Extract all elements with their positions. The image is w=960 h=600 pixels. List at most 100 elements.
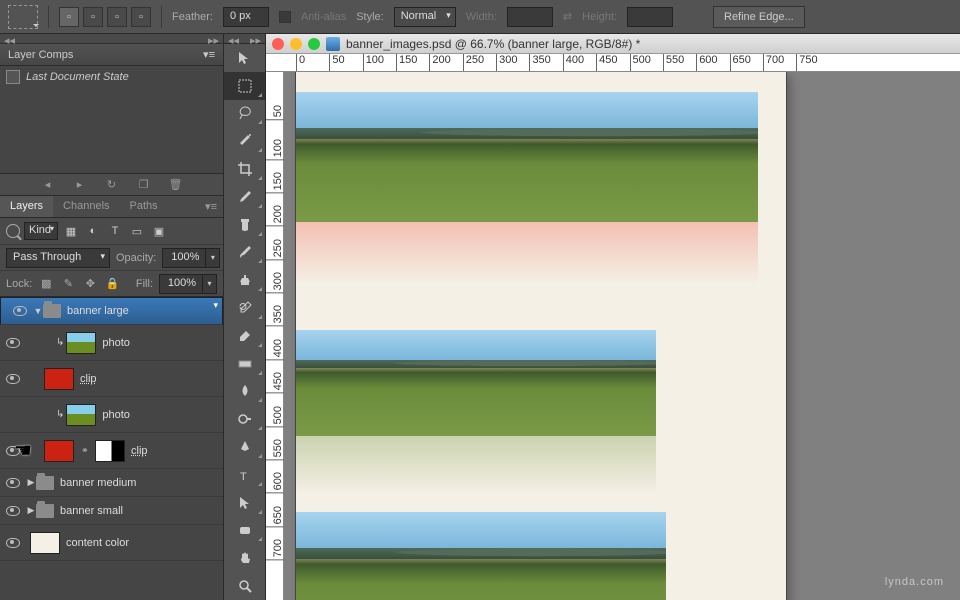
marquee-tool[interactable] — [224, 72, 265, 100]
layer-thumbnail — [44, 368, 74, 390]
refine-edge-button[interactable]: Refine Edge... — [713, 6, 805, 28]
tool-preset-picker[interactable] — [8, 5, 38, 29]
file-icon — [326, 37, 340, 51]
filter-pixel-icon[interactable]: ▦ — [62, 223, 80, 239]
layer-group-banner-small[interactable]: ▶ banner small — [0, 497, 223, 525]
opacity-flyout[interactable]: ▾ — [206, 248, 220, 268]
visibility-toggle[interactable] — [6, 374, 20, 384]
filter-adjustment-icon[interactable]: ◐ — [84, 223, 102, 239]
path-selection-tool[interactable] — [224, 489, 265, 517]
disclosure-triangle[interactable]: ▼ — [33, 306, 43, 316]
tab-paths[interactable]: Paths — [120, 196, 168, 217]
gradient-tool[interactable] — [224, 350, 265, 378]
filter-smart-icon[interactable]: ▣ — [150, 223, 168, 239]
clip-indicator-icon: ↳ — [56, 337, 64, 348]
clip-indicator-icon: ↳ — [56, 409, 64, 420]
panel-menu-icon[interactable]: ▾≡ — [199, 196, 223, 217]
history-brush-tool[interactable] — [224, 294, 265, 322]
crop-tool[interactable] — [224, 155, 265, 183]
layer-photo[interactable]: ↳ photo — [0, 325, 223, 361]
panel-collapse-bar[interactable]: ◂◂▸▸ — [0, 34, 223, 44]
blur-tool[interactable] — [224, 378, 265, 406]
canvas[interactable] — [284, 72, 960, 600]
mask-link-icon[interactable]: ⚭ — [81, 445, 93, 457]
lasso-tool[interactable] — [224, 100, 265, 128]
visibility-toggle[interactable] — [6, 446, 20, 456]
document-titlebar: banner_images.psd @ 66.7% (banner large,… — [266, 34, 960, 54]
feather-input[interactable]: 0 px — [223, 7, 269, 27]
banner-small-image — [296, 512, 666, 600]
window-zoom-button[interactable] — [308, 38, 320, 50]
type-tool[interactable]: T — [224, 461, 265, 489]
magic-wand-tool[interactable] — [224, 127, 265, 155]
layer-content-color[interactable]: content color — [0, 525, 223, 561]
delete-comp-icon[interactable]: 🗑 — [169, 178, 183, 192]
gradient-overlay — [296, 222, 758, 282]
layer-photo-2[interactable]: ↳ photo — [0, 397, 223, 433]
brush-tool[interactable] — [224, 239, 265, 267]
visibility-toggle[interactable] — [13, 306, 27, 316]
layer-clip-masked[interactable]: ⚭ clip — [0, 433, 223, 469]
tab-layers[interactable]: Layers — [0, 196, 53, 217]
update-comp-icon[interactable]: ↻ — [105, 178, 119, 192]
intersect-selection-button[interactable]: ▫ — [131, 7, 151, 27]
visibility-toggle[interactable] — [6, 478, 20, 488]
lock-all-icon[interactable]: 🔒 — [104, 276, 120, 292]
opacity-input[interactable]: 100% — [162, 248, 206, 268]
layer-thumbnail — [66, 332, 96, 354]
visibility-toggle[interactable] — [6, 338, 20, 348]
add-selection-button[interactable]: ▫ — [83, 7, 103, 27]
new-comp-icon[interactable]: ❐ — [137, 178, 151, 192]
ruler-horizontal[interactable]: 0501001502002503003504004505005506006507… — [266, 54, 960, 72]
fill-flyout[interactable]: ▾ — [203, 274, 217, 294]
shape-tool[interactable] — [224, 517, 265, 545]
visibility-toggle[interactable] — [6, 506, 20, 516]
lock-transparency-icon[interactable]: ▩ — [38, 276, 54, 292]
tab-channels[interactable]: Channels — [53, 196, 119, 217]
filter-shape-icon[interactable]: ▭ — [128, 223, 146, 239]
window-close-button[interactable] — [272, 38, 284, 50]
filter-kind-select[interactable]: Kind — [24, 222, 58, 240]
layer-name: banner medium — [60, 477, 136, 489]
width-label: Width: — [466, 11, 497, 23]
hand-tool[interactable] — [224, 544, 265, 572]
prev-comp-icon[interactable]: ◂ — [41, 178, 55, 192]
blend-mode-select[interactable]: Pass Through — [6, 248, 110, 268]
options-bar: ▫ ▫ ▫ ▫ Feather: 0 px Anti-alias Style: … — [0, 0, 960, 34]
disclosure-triangle[interactable]: ▶ — [26, 505, 36, 516]
subtract-selection-button[interactable]: ▫ — [107, 7, 127, 27]
fill-input[interactable]: 100% — [159, 274, 203, 294]
tools-panel: ◂◂▸▸ T — [224, 34, 266, 600]
clone-stamp-tool[interactable] — [224, 266, 265, 294]
layer-name: photo — [102, 409, 130, 421]
visibility-toggle[interactable] — [6, 538, 20, 548]
zoom-tool[interactable] — [224, 572, 265, 600]
eraser-tool[interactable] — [224, 322, 265, 350]
lock-position-icon[interactable]: ✥ — [82, 276, 98, 292]
style-select[interactable]: Normal — [394, 7, 456, 27]
layer-group-banner-medium[interactable]: ▶ banner medium — [0, 469, 223, 497]
layer-comps-header: Layer Comps ▾≡ — [0, 44, 223, 66]
eyedropper-tool[interactable] — [224, 183, 265, 211]
layer-comp-row[interactable]: Last Document State — [0, 66, 223, 88]
layer-clip[interactable]: clip — [0, 361, 223, 397]
layer-filter-bar: Kind ▦ ◐ T ▭ ▣ — [0, 218, 223, 244]
layer-thumbnail — [30, 532, 60, 554]
folder-icon — [36, 476, 54, 490]
layers-list: ▼ banner large ↳ photo clip ↳ photo — [0, 296, 223, 600]
panel-collapse-bar[interactable]: ◂◂▸▸ — [224, 34, 265, 44]
ruler-vertical[interactable]: 5010015020025030035040045050055060065070… — [266, 72, 284, 600]
next-comp-icon[interactable]: ▸ — [73, 178, 87, 192]
blend-row: Pass Through Opacity: 100% ▾ — [0, 244, 223, 270]
move-tool[interactable] — [224, 44, 265, 72]
window-minimize-button[interactable] — [290, 38, 302, 50]
layer-group-banner-large[interactable]: ▼ banner large — [0, 297, 223, 325]
filter-type-icon[interactable]: T — [106, 223, 124, 239]
healing-brush-tool[interactable] — [224, 211, 265, 239]
lock-pixels-icon[interactable]: ✎ — [60, 276, 76, 292]
dodge-tool[interactable] — [224, 405, 265, 433]
panel-menu-icon[interactable]: ▾≡ — [203, 48, 215, 61]
new-selection-button[interactable]: ▫ — [59, 7, 79, 27]
disclosure-triangle[interactable]: ▶ — [26, 477, 36, 488]
pen-tool[interactable] — [224, 433, 265, 461]
